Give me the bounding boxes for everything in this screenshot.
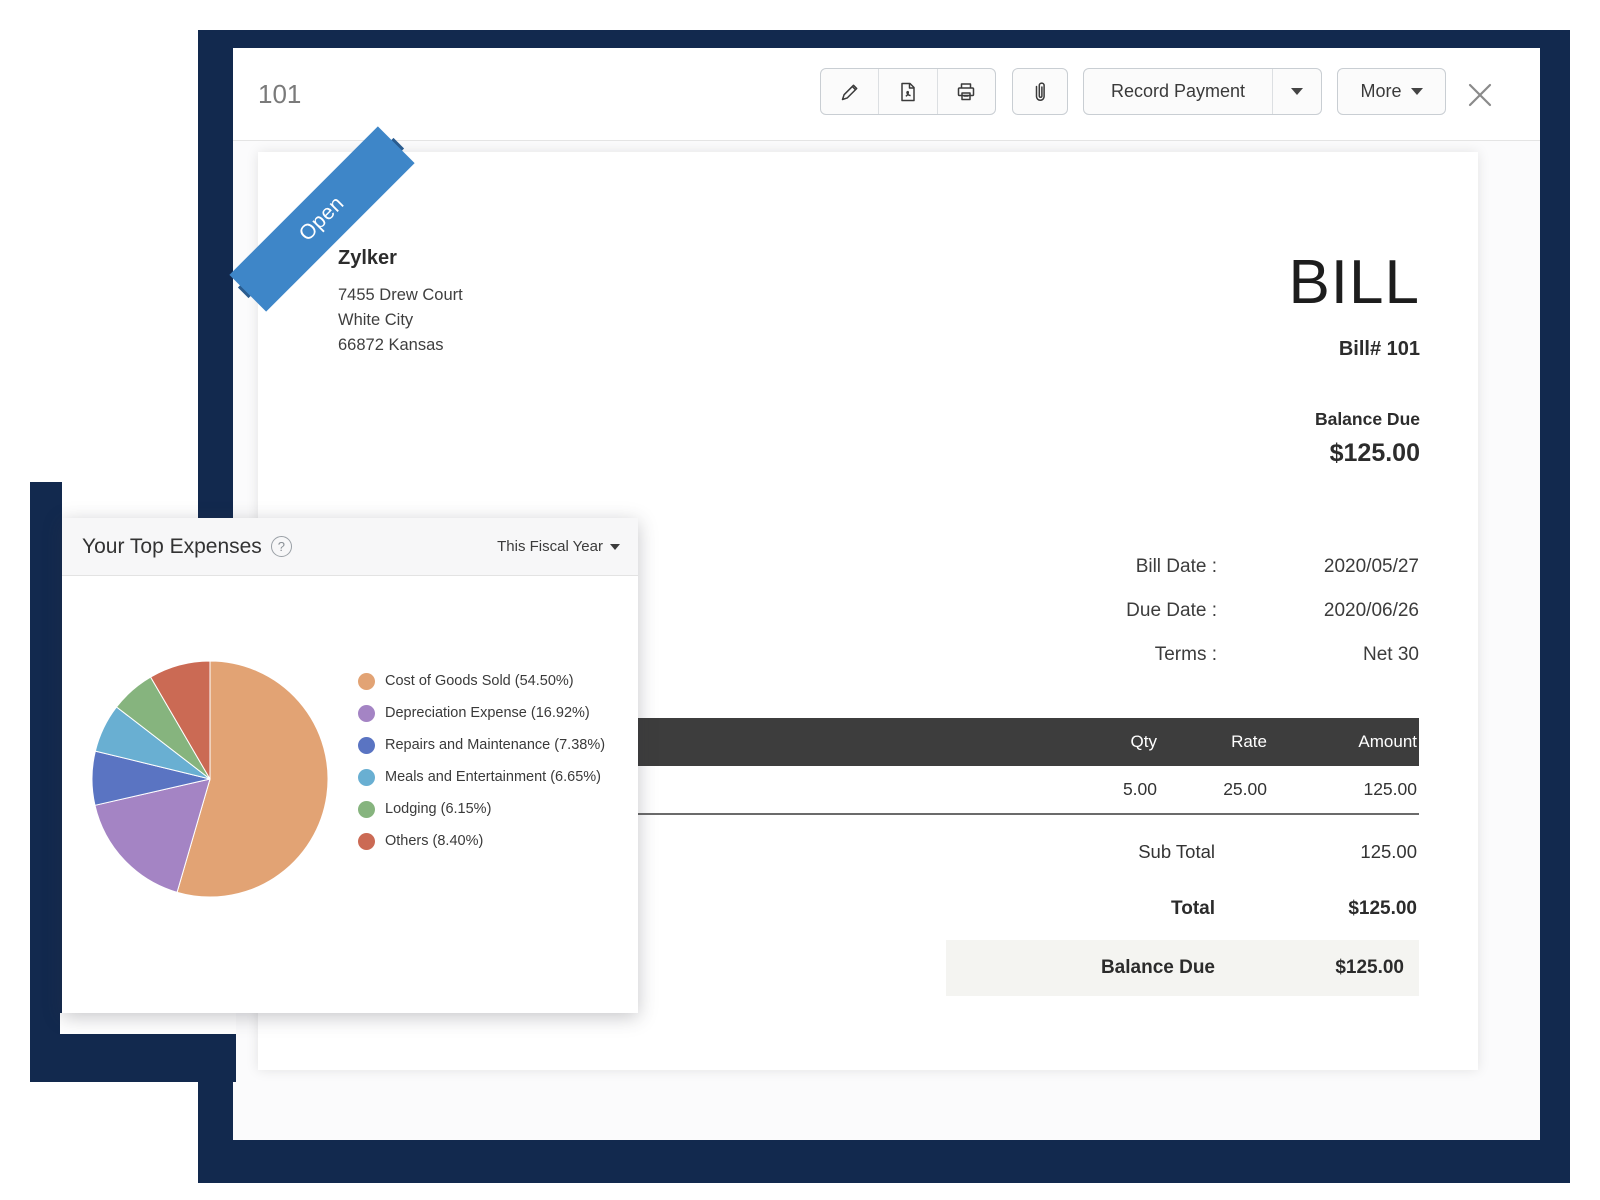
column-amount: Amount xyxy=(1269,732,1419,752)
subtotal-value: 125.00 xyxy=(1217,841,1419,863)
legend-label: Lodging (6.15%) xyxy=(385,801,491,817)
expense-legend: Cost of Goods Sold (54.50%) Depreciation … xyxy=(358,665,605,857)
top-expenses-card: Your Top Expenses ? This Fiscal Year Cos… xyxy=(62,518,638,1013)
balance-due-amount: $125.00 xyxy=(1288,439,1420,468)
legend-item: Others (8.40%) xyxy=(358,825,605,857)
pencil-icon xyxy=(838,80,862,104)
legend-dot xyxy=(358,673,375,690)
legend-item: Depreciation Expense (16.92%) xyxy=(358,697,605,729)
expenses-frame-gap xyxy=(60,1013,236,1034)
detail-label: Bill Date : xyxy=(897,555,1219,579)
attach-file-button[interactable] xyxy=(1012,68,1068,115)
item-amount: 125.00 xyxy=(1269,779,1419,800)
balance-row-label: Balance Due xyxy=(946,957,1217,979)
item-rate: 25.00 xyxy=(1159,779,1269,800)
legend-dot xyxy=(358,769,375,786)
terms-row: Terms : Net 30 xyxy=(897,643,1419,667)
chevron-down-icon xyxy=(1411,88,1423,95)
legend-label: Meals and Entertainment (6.65%) xyxy=(385,769,601,785)
more-button[interactable]: More xyxy=(1337,68,1446,115)
legend-dot xyxy=(358,833,375,850)
more-label: More xyxy=(1360,81,1401,102)
bill-header-block: BILL Bill# 101 Balance Due $125.00 xyxy=(1288,252,1420,468)
period-selector[interactable]: This Fiscal Year xyxy=(497,538,620,555)
vendor-address-line: White City xyxy=(338,308,463,333)
bill-date-row: Bill Date : 2020/05/27 xyxy=(897,555,1419,579)
item-qty: 5.00 xyxy=(1049,779,1159,800)
period-selector-label: This Fiscal Year xyxy=(497,538,603,555)
chevron-down-icon xyxy=(610,544,620,550)
total-value: $125.00 xyxy=(1217,898,1419,920)
legend-dot xyxy=(358,737,375,754)
legend-label: Repairs and Maintenance (7.38%) xyxy=(385,737,605,753)
column-rate: Rate xyxy=(1159,732,1269,752)
column-qty: Qty xyxy=(1049,732,1159,752)
chevron-down-icon xyxy=(1291,88,1303,95)
legend-item: Repairs and Maintenance (7.38%) xyxy=(358,729,605,761)
legend-dot xyxy=(358,801,375,818)
pdf-file-icon xyxy=(896,80,920,104)
page-title: 101 xyxy=(258,48,301,140)
detail-value: 2020/06/26 xyxy=(1219,599,1419,623)
document-actions-group xyxy=(820,68,996,115)
vendor-address-line: 7455 Drew Court xyxy=(338,283,463,308)
detail-value: 2020/05/27 xyxy=(1219,555,1419,579)
document-title: BILL xyxy=(1288,252,1420,314)
balance-due-row: Balance Due $125.00 xyxy=(946,940,1419,996)
expense-pie xyxy=(91,660,329,898)
legend-item: Lodging (6.15%) xyxy=(358,793,605,825)
edit-button[interactable] xyxy=(821,69,878,114)
expenses-frame-left xyxy=(30,482,62,1082)
detail-value: Net 30 xyxy=(1219,643,1419,667)
expenses-card-header: Your Top Expenses ? This Fiscal Year xyxy=(62,518,638,576)
detail-label: Due Date : xyxy=(897,599,1219,623)
bill-number-label: Bill# 101 xyxy=(1288,338,1420,361)
detail-label: Terms : xyxy=(897,643,1219,667)
legend-dot xyxy=(358,705,375,722)
printer-icon xyxy=(954,80,978,104)
vendor-address-block: Zylker 7455 Drew Court White City 66872 … xyxy=(338,247,463,358)
toolbar: 101 Record Payment xyxy=(233,48,1540,141)
expenses-card-title: Your Top Expenses xyxy=(82,535,262,559)
balance-row-value: $125.00 xyxy=(1217,957,1419,979)
expenses-frame-bottom xyxy=(30,1033,236,1082)
paperclip-icon xyxy=(1029,80,1051,104)
record-payment-dropdown[interactable] xyxy=(1272,69,1321,114)
legend-label: Depreciation Expense (16.92%) xyxy=(385,705,590,721)
legend-label: Others (8.40%) xyxy=(385,833,483,849)
vendor-address-line: 66872 Kansas xyxy=(338,333,463,358)
balance-due-label: Balance Due xyxy=(1288,409,1420,430)
bill-details: Bill Date : 2020/05/27 Due Date : 2020/0… xyxy=(897,555,1419,687)
pdf-button[interactable] xyxy=(878,69,936,114)
vendor-name: Zylker xyxy=(338,247,463,270)
legend-item: Meals and Entertainment (6.65%) xyxy=(358,761,605,793)
legend-label: Cost of Goods Sold (54.50%) xyxy=(385,673,574,689)
record-payment-button[interactable]: Record Payment xyxy=(1083,68,1322,115)
close-icon xyxy=(1467,82,1493,108)
close-button[interactable] xyxy=(1465,80,1495,110)
record-payment-label: Record Payment xyxy=(1084,81,1272,102)
legend-item: Cost of Goods Sold (54.50%) xyxy=(358,665,605,697)
print-button[interactable] xyxy=(937,69,995,114)
help-icon[interactable]: ? xyxy=(271,536,292,557)
due-date-row: Due Date : 2020/06/26 xyxy=(897,599,1419,623)
